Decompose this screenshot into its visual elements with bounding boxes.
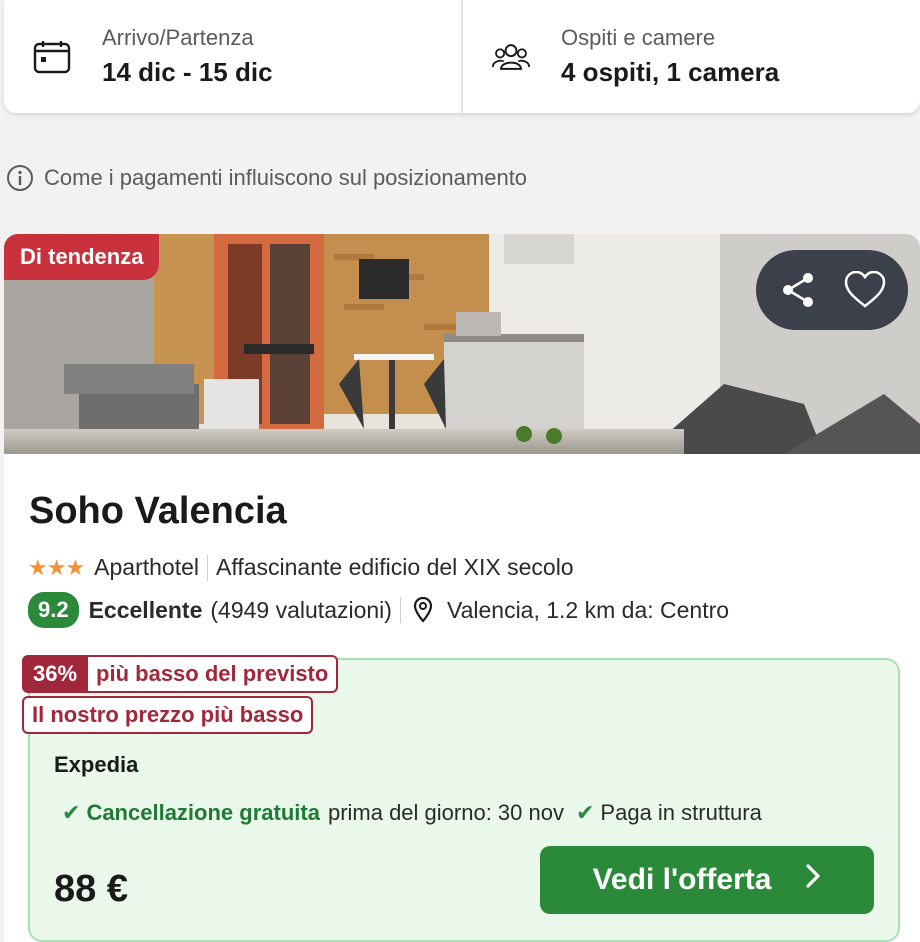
hotel-card[interactable]: Di tendenza Soho Valencia ★★★ Aparthotel: [4, 234, 920, 942]
guests-label: Ospiti e camere: [561, 25, 716, 50]
star-rating: ★★★: [28, 554, 85, 580]
price: 88 €: [54, 868, 128, 910]
rating-word: Eccellente: [88, 596, 203, 623]
hotel-photo[interactable]: Di tendenza: [4, 234, 920, 454]
trending-badge: Di tendenza: [4, 234, 160, 280]
hotel-name[interactable]: Soho Valencia: [29, 490, 287, 533]
ranking-info-link[interactable]: Come i pagamenti influiscono sul posizio…: [6, 164, 527, 192]
guests-selector[interactable]: Ospiti e camere 4 ospiti, 1 camera: [463, 0, 920, 113]
dates-label: Arrivo/Partenza: [102, 25, 254, 50]
deal-percent: 36%: [22, 655, 89, 693]
divider: [207, 554, 209, 581]
cancellation-deadline: prima del giorno: 30 nov: [327, 800, 564, 825]
share-icon: [783, 273, 813, 307]
provider-name: Expedia: [54, 752, 139, 777]
guests-value: 4 ospiti, 1 camera: [561, 57, 780, 87]
ranking-info-text: Come i pagamenti influiscono sul posizio…: [44, 165, 528, 190]
share-button[interactable]: [777, 268, 821, 312]
info-icon: [7, 165, 33, 191]
perks-row: ✔ Cancellazione gratuita prima del giorn…: [62, 800, 762, 826]
pay-at-property: Paga in struttura: [600, 800, 762, 825]
rating-row: 9.2 Eccellente (4949 valutazioni) Valenc…: [28, 592, 729, 628]
check-icon: ✔: [575, 800, 595, 825]
hotel-feature: Affascinante edificio del XIX secolo: [216, 554, 574, 580]
dates-selector[interactable]: Arrivo/Partenza 14 dic - 15 dic: [4, 0, 463, 113]
deal-tag: 36% più basso del previsto: [22, 655, 339, 693]
lowest-price-tag: Il nostro prezzo più basso: [22, 696, 314, 734]
chevron-right-icon: [805, 863, 821, 897]
search-bar: Arrivo/Partenza 14 dic - 15 dic Ospiti e…: [4, 0, 920, 113]
heart-icon: [844, 271, 886, 308]
dates-value: 14 dic - 15 dic: [102, 57, 273, 87]
deal-text: più basso del previsto: [88, 655, 339, 693]
favorite-button[interactable]: [843, 268, 887, 312]
view-offer-label: Vedi l'offerta: [592, 863, 772, 896]
hotel-type: Aparthotel: [94, 554, 200, 580]
free-cancellation: Cancellazione gratuita: [86, 800, 320, 825]
pin-icon: [413, 597, 433, 623]
hotel-type-row: ★★★ Aparthotel Affascinante edificio del…: [28, 554, 574, 581]
view-offer-button[interactable]: Vedi l'offerta: [540, 846, 874, 914]
divider: [399, 597, 401, 623]
calendar-icon: [32, 37, 72, 77]
hotel-location: Valencia, 1.2 km da: Centro: [446, 596, 730, 623]
rating-score-badge: 9.2: [28, 592, 79, 628]
people-icon: [491, 37, 531, 77]
photo-actions: [756, 250, 908, 330]
review-count[interactable]: (4949 valutazioni): [210, 597, 392, 624]
check-icon: ✔: [62, 800, 81, 825]
